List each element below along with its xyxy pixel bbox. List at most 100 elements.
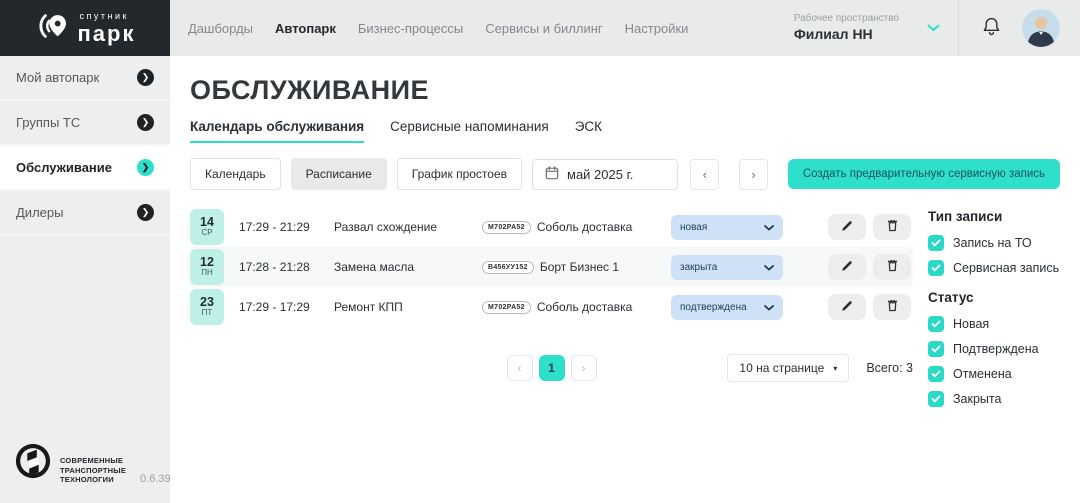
pagination-right: 10 на странице ▾ Всего: 3 bbox=[727, 353, 913, 383]
per-page-dropdown[interactable]: 10 на странице ▾ bbox=[727, 354, 849, 382]
filter-option-cancelled[interactable]: Отменена bbox=[928, 366, 1060, 382]
chevron-down-icon bbox=[764, 218, 774, 236]
tab-service-reminders[interactable]: Сервисные напоминания bbox=[390, 119, 549, 143]
tab-esk[interactable]: ЭСК bbox=[575, 119, 602, 143]
notifications-button[interactable] bbox=[981, 15, 1002, 42]
month-picker-value: май 2025 г. bbox=[567, 167, 633, 182]
pencil-icon bbox=[841, 300, 853, 315]
topbar-divider bbox=[958, 0, 959, 56]
pencil-icon bbox=[841, 220, 853, 235]
filter-option-new[interactable]: Новая bbox=[928, 316, 1060, 332]
nav-services-billing[interactable]: Сервисы и биллинг bbox=[485, 21, 602, 36]
sidebar-item-label: Группы ТС bbox=[16, 115, 80, 130]
edit-button[interactable] bbox=[828, 214, 866, 240]
vehicle-name: Соболь доставка bbox=[537, 220, 632, 234]
record-vehicle: М702РА52 Соболь доставка bbox=[482, 220, 667, 234]
tab-maintenance-calendar[interactable]: Календарь обслуживания bbox=[190, 119, 364, 143]
sidebar-item-dealers[interactable]: Дилеры ❯ bbox=[0, 191, 170, 236]
sidebar: Мой автопарк ❯ Группы ТС ❯ Обслуживание … bbox=[0, 56, 170, 503]
chevron-right-icon: › bbox=[751, 167, 755, 182]
checkbox-checked[interactable] bbox=[928, 316, 944, 332]
page-title: ОБСЛУЖИВАНИЕ bbox=[190, 75, 1060, 106]
next-month-button[interactable]: › bbox=[739, 159, 768, 190]
month-picker[interactable]: май 2025 г. bbox=[532, 159, 678, 190]
edit-button[interactable] bbox=[828, 254, 866, 280]
brand-bottom: парк bbox=[78, 23, 136, 45]
sidebar-item-label: Обслуживание bbox=[16, 160, 112, 175]
prev-month-button[interactable]: ‹ bbox=[690, 159, 719, 190]
vehicle-name: Соболь доставка bbox=[537, 300, 632, 314]
record-service: Замена масла bbox=[334, 260, 482, 274]
status-dropdown[interactable]: закрыта bbox=[671, 255, 783, 280]
filter-option-service-record[interactable]: Сервисная запись bbox=[928, 260, 1060, 276]
workspace-value: Филиал НН bbox=[794, 26, 899, 44]
workspace-text: Рабочее пространство Филиал НН bbox=[794, 13, 899, 43]
chevron-left-icon: ‹ bbox=[518, 361, 522, 375]
records-list: 14 СР 17:29 - 21:29 Развал схождение М70… bbox=[190, 207, 913, 421]
calendar-icon bbox=[545, 166, 559, 183]
create-service-record-button[interactable]: Создать предварительную сервисную запись bbox=[788, 159, 1060, 189]
chevron-left-icon: ‹ bbox=[703, 167, 707, 182]
pagination-page-1[interactable]: 1 bbox=[539, 355, 565, 381]
toolbar: Календарь Расписание График простоев май… bbox=[190, 158, 1060, 190]
checkbox-checked[interactable] bbox=[928, 391, 944, 407]
view-calendar-button[interactable]: Календарь bbox=[190, 158, 281, 190]
sidebar-item-label: Дилеры bbox=[16, 205, 63, 220]
checkbox-checked[interactable] bbox=[928, 235, 944, 251]
service-record-row: 12 ПН 17:28 - 21:28 Замена масла В456УУ1… bbox=[190, 247, 913, 287]
nav-dashboards[interactable]: Дашборды bbox=[188, 21, 253, 36]
record-time: 17:29 - 17:29 bbox=[239, 300, 334, 314]
checkbox-checked[interactable] bbox=[928, 260, 944, 276]
delete-button[interactable] bbox=[873, 294, 911, 320]
edit-button[interactable] bbox=[828, 294, 866, 320]
chevron-right-circle-icon: ❯ bbox=[137, 204, 154, 221]
status-dropdown[interactable]: подтверждена bbox=[671, 295, 783, 320]
status-dropdown[interactable]: новая bbox=[671, 215, 783, 240]
filter-title: Тип записи bbox=[928, 209, 1060, 224]
view-downtime-button[interactable]: График простоев bbox=[397, 158, 522, 190]
pencil-icon bbox=[841, 260, 853, 275]
service-record-row: 14 СР 17:29 - 21:29 Развал схождение М70… bbox=[190, 207, 913, 247]
top-bar: спутник парк Дашборды Автопарк Бизнес-пр… bbox=[0, 0, 1080, 56]
license-plate-badge: М702РА52 bbox=[482, 221, 531, 234]
record-vehicle: М702РА52 Соболь доставка bbox=[482, 300, 667, 314]
record-service: Ремонт КПП bbox=[334, 300, 482, 314]
date-badge: 14 СР bbox=[190, 209, 224, 245]
sputnik-pin-icon bbox=[35, 10, 69, 47]
trash-icon bbox=[887, 299, 898, 315]
stt-logo-icon bbox=[14, 442, 52, 485]
delete-button[interactable] bbox=[873, 214, 911, 240]
date-badge: 12 ПН bbox=[190, 249, 224, 285]
trash-icon bbox=[887, 219, 898, 235]
delete-button[interactable] bbox=[873, 254, 911, 280]
bell-icon bbox=[981, 15, 1002, 42]
nav-settings[interactable]: Настройки bbox=[625, 21, 689, 36]
chevron-down-icon bbox=[764, 258, 774, 276]
sidebar-footer: СОВРЕМЕННЫЕ ТРАНСПОРТНЫЕ ТЕХНОЛОГИИ 0.6.… bbox=[0, 428, 170, 503]
record-type-filter: Тип записи Запись на ТО Сервисная запись bbox=[928, 209, 1060, 276]
app-logo[interactable]: спутник парк bbox=[0, 0, 170, 56]
filter-option-to-record[interactable]: Запись на ТО bbox=[928, 235, 1060, 251]
chevron-right-icon: › bbox=[582, 361, 586, 375]
content-row: 14 СР 17:29 - 21:29 Развал схождение М70… bbox=[190, 207, 1060, 421]
nav-fleet[interactable]: Автопарк bbox=[275, 21, 336, 36]
pagination-prev-button[interactable]: ‹ bbox=[507, 355, 533, 381]
record-vehicle: В456УУ152 Борт Бизнес 1 bbox=[482, 260, 667, 274]
filter-option-confirmed[interactable]: Подтверждена bbox=[928, 341, 1060, 357]
filter-option-closed[interactable]: Закрыта bbox=[928, 391, 1060, 407]
license-plate-badge: В456УУ152 bbox=[482, 261, 534, 274]
checkbox-checked[interactable] bbox=[928, 341, 944, 357]
pagination-next-button[interactable]: › bbox=[571, 355, 597, 381]
user-avatar[interactable] bbox=[1022, 9, 1060, 47]
main-nav: Дашборды Автопарк Бизнес-процессы Сервис… bbox=[188, 21, 688, 36]
sidebar-item-my-fleet[interactable]: Мой автопарк ❯ bbox=[0, 56, 170, 101]
checkbox-checked[interactable] bbox=[928, 366, 944, 382]
nav-business-processes[interactable]: Бизнес-процессы bbox=[358, 21, 463, 36]
main-content: ОБСЛУЖИВАНИЕ Календарь обслуживания Серв… bbox=[170, 56, 1080, 503]
view-schedule-button[interactable]: Расписание bbox=[291, 158, 387, 190]
sidebar-item-maintenance[interactable]: Обслуживание ❯ bbox=[0, 146, 170, 191]
check-icon bbox=[931, 239, 941, 247]
workspace-selector[interactable]: Рабочее пространство Филиал НН bbox=[794, 13, 958, 43]
sidebar-item-vehicle-groups[interactable]: Группы ТС ❯ bbox=[0, 101, 170, 146]
check-icon bbox=[931, 264, 941, 272]
